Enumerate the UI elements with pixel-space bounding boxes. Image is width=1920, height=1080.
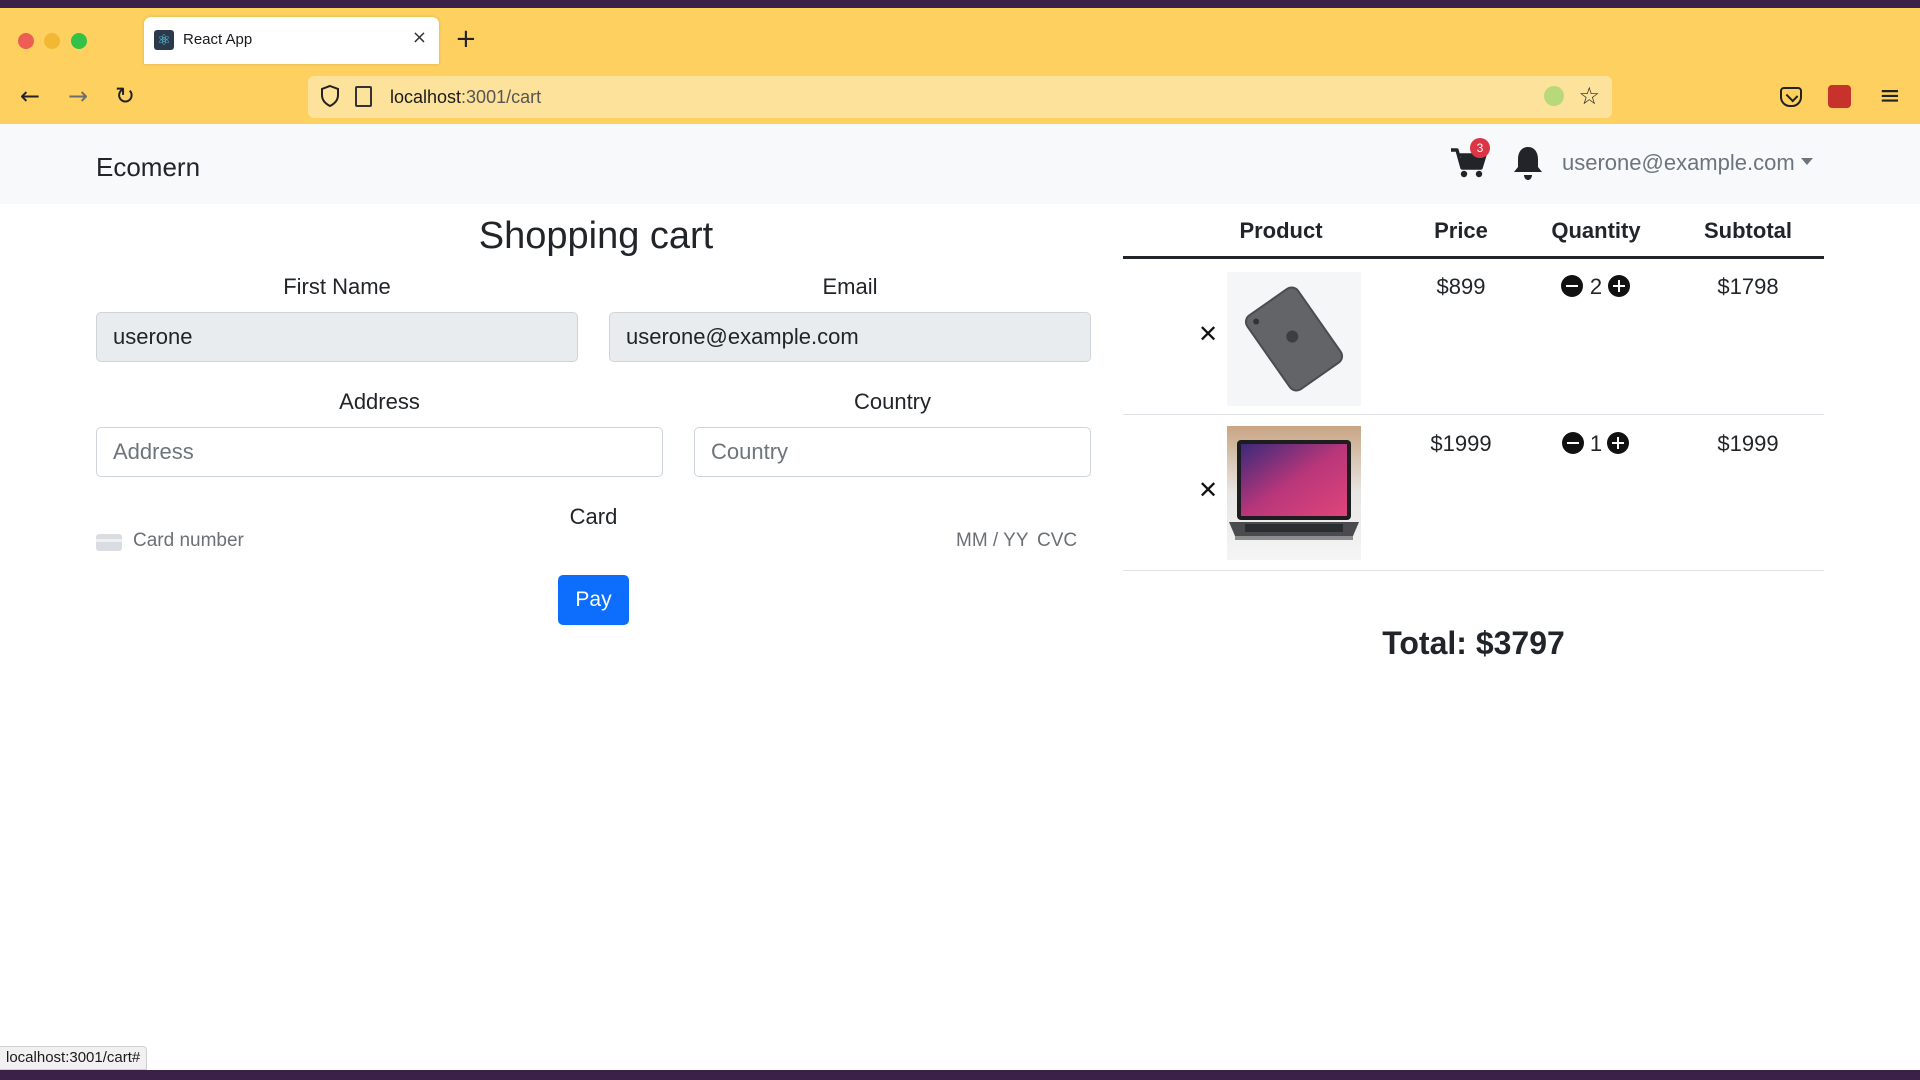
browser-tab[interactable]: ⚛ React App × (144, 17, 439, 64)
country-label: Country (853, 389, 932, 414)
reload-button[interactable]: ↻ (115, 82, 135, 110)
product-image[interactable] (1227, 272, 1361, 406)
email-field[interactable] (609, 312, 1091, 362)
link-status-bar: localhost:3001/cart# (0, 1046, 148, 1070)
url-host: localhost (390, 87, 462, 107)
remove-item-icon[interactable]: ✕ (1198, 322, 1218, 346)
column-header-product: Product (1239, 218, 1323, 243)
address-label: Address (339, 389, 420, 414)
item-subtotal: $1798 (1717, 274, 1779, 299)
brand-logo[interactable]: Ecomern (96, 152, 200, 183)
first-name-field[interactable] (96, 312, 578, 362)
url-text[interactable]: localhost:3001/cart (390, 87, 541, 108)
minimize-window-button[interactable] (44, 33, 60, 49)
tab-close-icon[interactable]: × (412, 27, 427, 48)
plus-icon[interactable] (1607, 432, 1629, 454)
column-header-quantity: Quantity (1551, 218, 1641, 243)
caret-down-icon (1800, 157, 1813, 165)
forward-button[interactable]: → (68, 82, 88, 110)
item-quantity: 2 (1589, 274, 1603, 299)
card-expiry-field[interactable]: MM / YY (956, 530, 1029, 552)
column-header-subtotal: Subtotal (1704, 218, 1792, 243)
extension-icon[interactable] (1828, 85, 1851, 108)
shield-icon[interactable] (320, 84, 340, 108)
country-field[interactable] (694, 427, 1091, 477)
window-bottom-edge (0, 1070, 1920, 1080)
card-number-field[interactable]: Card number (133, 530, 244, 552)
pocket-icon[interactable] (1780, 87, 1802, 107)
first-name-label: First Name (283, 274, 391, 299)
ipad-illustration (1227, 272, 1361, 406)
card-cvc-field[interactable]: CVC (1037, 530, 1077, 552)
pay-button[interactable]: Pay (558, 575, 629, 625)
address-field[interactable] (96, 427, 663, 477)
window-top-edge (0, 0, 1920, 8)
page-icon[interactable] (355, 86, 372, 107)
close-window-button[interactable] (18, 33, 34, 49)
column-header-price: Price (1434, 218, 1488, 243)
minus-icon[interactable] (1562, 432, 1584, 454)
plus-icon[interactable] (1608, 275, 1630, 297)
product-image[interactable] (1227, 426, 1361, 560)
remove-item-icon[interactable]: ✕ (1198, 478, 1218, 502)
address-bar[interactable]: localhost:3001/cart ☆ (308, 76, 1612, 118)
menu-icon[interactable]: ≡ (1879, 82, 1901, 110)
item-subtotal: $1999 (1717, 431, 1779, 456)
card-label: Card (569, 504, 618, 529)
table-row-divider (1123, 414, 1824, 415)
card-icon (96, 534, 122, 551)
macbook-illustration (1227, 426, 1361, 560)
browser-toolbar: ⚛ React App × + ← → ↻ localhost:3001/car… (0, 0, 1920, 124)
cart-total: Total: $3797 (1382, 625, 1565, 661)
bell-icon[interactable] (1510, 144, 1546, 182)
cart-count-badge: 3 (1470, 138, 1490, 158)
app-navbar: Ecomern 3 userone@example.com (0, 124, 1920, 204)
user-dropdown[interactable]: userone@example.com (1562, 150, 1813, 176)
item-price: $1999 (1430, 431, 1492, 456)
tab-title: React App (183, 31, 253, 48)
extension-icon[interactable] (1544, 86, 1564, 106)
minus-icon[interactable] (1561, 275, 1583, 297)
new-tab-button[interactable]: + (455, 24, 477, 54)
item-quantity: 1 (1589, 431, 1603, 456)
maximize-window-button[interactable] (71, 33, 87, 49)
back-button[interactable]: ← (20, 82, 40, 110)
page-title: Shopping cart (478, 215, 714, 257)
item-price: $899 (1436, 274, 1486, 299)
star-icon[interactable]: ☆ (1578, 82, 1600, 110)
url-path: :3001/cart (461, 87, 542, 107)
user-email: userone@example.com (1562, 150, 1795, 175)
react-favicon: ⚛ (154, 30, 174, 50)
email-label: Email (822, 274, 878, 299)
table-header-divider (1123, 256, 1824, 259)
table-row-divider (1123, 570, 1824, 571)
